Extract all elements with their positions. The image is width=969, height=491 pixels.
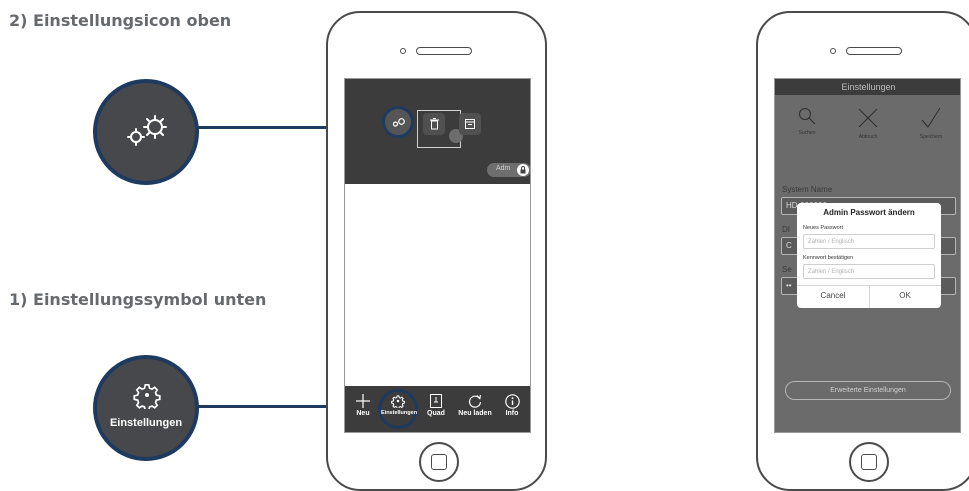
lock-icon: [520, 166, 526, 174]
cancel-action-label: Abbruch: [858, 134, 878, 140]
admin-toggle[interactable]: Adm: [487, 163, 530, 177]
home-button[interactable]: [849, 442, 889, 482]
trash-icon: [430, 118, 439, 130]
tab-quad-label: Quad: [427, 410, 445, 417]
tab-quad[interactable]: Quad: [419, 392, 453, 417]
field2-label: DI: [782, 225, 790, 234]
home-button[interactable]: [419, 442, 459, 482]
tab-info[interactable]: Info: [495, 392, 529, 417]
field2-value: C: [786, 241, 792, 250]
tab-einstellungen-label: Einstellungen: [381, 410, 418, 416]
new-password-label: Neues Passwort: [803, 225, 844, 231]
home-button-square: [431, 454, 447, 470]
dialog-title: Admin Passwort ändern: [823, 208, 915, 217]
dialog-ok-button[interactable]: OK: [869, 291, 941, 300]
gear-icon: [391, 395, 405, 408]
screen-right: Einstellungen Suchen Abbruch Speichern S…: [774, 78, 961, 433]
refresh-icon: [468, 394, 482, 408]
system-name-label: System Name: [782, 185, 833, 194]
gears-icon: [127, 115, 167, 146]
phone-right: Einstellungen Suchen Abbruch Speichern S…: [756, 11, 969, 491]
screen-title: Einstellungen: [775, 79, 960, 95]
callout-settings-bottom: Einstellungen: [93, 355, 199, 461]
delete-button[interactable]: [423, 113, 445, 135]
callout-settings-top: [93, 79, 199, 185]
gear-icon: [133, 383, 161, 409]
dialog-cancel-button[interactable]: Cancel: [797, 291, 869, 300]
close-icon: [858, 108, 878, 128]
new-password-input[interactable]: Zahlen / Englisch: [803, 234, 935, 249]
step1-label: 1) Einstellungssymbol unten: [9, 290, 267, 309]
tab-neu-laden-label: Neu laden: [458, 410, 492, 417]
calendar-icon: [465, 119, 475, 129]
confirm-password-label: Kennwort bestätigen: [803, 255, 854, 261]
step2-label: 2) Einstellungsicon oben: [9, 11, 232, 30]
search-action[interactable]: Suchen: [789, 107, 825, 136]
cancel-action[interactable]: Abbruch: [850, 107, 886, 140]
save-action[interactable]: Speichern: [911, 107, 951, 140]
tab-neu-laden[interactable]: Neu laden: [458, 392, 492, 417]
tab-neu[interactable]: Neu: [346, 392, 380, 417]
field3-value: ••: [786, 281, 792, 290]
speaker-grille: [416, 47, 472, 55]
plus-icon: [356, 394, 370, 408]
check-icon: [921, 107, 941, 128]
screen-left: Adm Neu Einstellungen Quad Neu laden Inf…: [344, 78, 531, 433]
settings-button-highlight[interactable]: [382, 106, 414, 138]
search-action-label: Suchen: [798, 130, 816, 136]
home-button-square: [861, 454, 877, 470]
tab-neu-label: Neu: [356, 410, 370, 417]
video-tile-area: Adm: [345, 79, 530, 184]
camera-dot: [830, 48, 836, 54]
save-action-label: Speichern: [919, 134, 943, 140]
gears-icon: [392, 118, 405, 127]
password-dialog: Admin Passwort ändern Neues Passwort Zah…: [797, 203, 941, 308]
tab-info-label: Info: [505, 410, 519, 417]
extended-settings-button[interactable]: Erweiterte Einstellungen: [785, 381, 951, 400]
info-icon: [504, 393, 520, 409]
speaker-grille: [846, 47, 902, 55]
phone-left: Adm Neu Einstellungen Quad Neu laden Inf…: [326, 11, 547, 491]
lock-knob: [517, 164, 529, 176]
callout-label: Einstellungen: [109, 417, 183, 429]
tabbar: Neu Einstellungen Quad Neu laden Info: [345, 386, 530, 432]
confirm-password-input[interactable]: Zahlen / Englisch: [803, 264, 935, 279]
calendar-button[interactable]: [459, 113, 481, 135]
camera-dot: [400, 48, 406, 54]
field3-label: Se: [782, 265, 792, 274]
tab-einstellungen[interactable]: Einstellungen: [381, 392, 418, 416]
admin-toggle-label: Adm: [496, 165, 511, 172]
search-icon: [799, 108, 816, 125]
quad-icon: [430, 394, 442, 408]
